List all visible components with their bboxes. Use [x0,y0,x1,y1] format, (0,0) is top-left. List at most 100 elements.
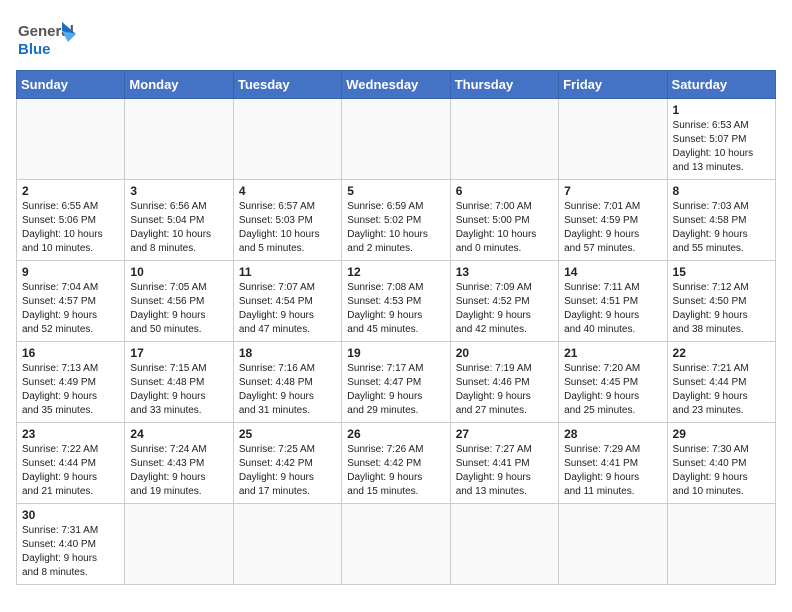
day-cell [559,504,667,585]
day-info: Sunrise: 7:31 AM Sunset: 4:40 PM Dayligh… [22,524,119,580]
day-cell [125,99,233,180]
day-cell: 24 Sunrise: 7:24 AM Sunset: 4:43 PM Dayli… [125,423,233,504]
day-info: Sunrise: 7:16 AM Sunset: 4:48 PM Dayligh… [239,362,336,418]
day-cell: 6Sunrise: 7:00 AM Sunset: 5:00 PM Daylig… [450,180,558,261]
day-info: Sunrise: 7:09 AM Sunset: 4:52 PM Dayligh… [456,281,553,337]
col-header-saturday: Saturday [667,71,775,99]
day-info: Sunrise: 7:29 AM Sunset: 4:41 PM Dayligh… [564,443,661,499]
day-number: 9 [22,265,119,279]
day-cell: 19 Sunrise: 7:17 AM Sunset: 4:47 PM Dayli… [342,342,450,423]
day-cell [450,504,558,585]
svg-text:Blue: Blue [18,41,51,58]
day-cell: 18 Sunrise: 7:16 AM Sunset: 4:48 PM Dayli… [233,342,341,423]
day-info: Sunrise: 7:21 AM Sunset: 4:44 PM Dayligh… [673,362,770,418]
day-cell: 21 Sunrise: 7:20 AM Sunset: 4:45 PM Dayli… [559,342,667,423]
day-info: Sunrise: 6:55 AM Sunset: 5:06 PM Dayligh… [22,200,119,256]
day-number: 22 [673,346,770,360]
day-number: 21 [564,346,661,360]
day-info: Sunrise: 7:24 AM Sunset: 4:43 PM Dayligh… [130,443,227,499]
day-number: 27 [456,427,553,441]
day-cell: 5 Sunrise: 6:59 AM Sunset: 5:02 PM Daylig… [342,180,450,261]
day-info: Sunrise: 7:04 AM Sunset: 4:57 PM Dayligh… [22,281,119,337]
day-number: 3 [130,184,227,198]
day-cell: 13 Sunrise: 7:09 AM Sunset: 4:52 PM Dayli… [450,261,558,342]
day-cell [125,504,233,585]
day-cell [233,99,341,180]
day-cell: 26 Sunrise: 7:26 AM Sunset: 4:42 PM Dayli… [342,423,450,504]
day-cell: 14Sunrise: 7:11 AM Sunset: 4:51 PM Dayli… [559,261,667,342]
day-number: 17 [130,346,227,360]
day-cell: 23 Sunrise: 7:22 AM Sunset: 4:44 PM Dayli… [17,423,125,504]
day-number: 16 [22,346,119,360]
day-cell: 27 Sunrise: 7:27 AM Sunset: 4:41 PM Dayli… [450,423,558,504]
logo-icon: GeneralBlue [16,16,76,60]
day-number: 6 [456,184,553,198]
col-header-friday: Friday [559,71,667,99]
day-cell: 29Sunrise: 7:30 AM Sunset: 4:40 PM Dayli… [667,423,775,504]
day-info: Sunrise: 7:13 AM Sunset: 4:49 PM Dayligh… [22,362,119,418]
day-info: Sunrise: 7:20 AM Sunset: 4:45 PM Dayligh… [564,362,661,418]
day-info: Sunrise: 7:08 AM Sunset: 4:53 PM Dayligh… [347,281,444,337]
day-number: 13 [456,265,553,279]
day-info: Sunrise: 7:27 AM Sunset: 4:41 PM Dayligh… [456,443,553,499]
calendar-table: SundayMondayTuesdayWednesdayThursdayFrid… [16,70,776,585]
header-row: SundayMondayTuesdayWednesdayThursdayFrid… [17,71,776,99]
day-cell [450,99,558,180]
day-cell: 15Sunrise: 7:12 AM Sunset: 4:50 PM Dayli… [667,261,775,342]
col-header-tuesday: Tuesday [233,71,341,99]
day-info: Sunrise: 7:17 AM Sunset: 4:47 PM Dayligh… [347,362,444,418]
day-info: Sunrise: 7:19 AM Sunset: 4:46 PM Dayligh… [456,362,553,418]
day-cell: 7Sunrise: 7:01 AM Sunset: 4:59 PM Daylig… [559,180,667,261]
day-info: Sunrise: 7:01 AM Sunset: 4:59 PM Dayligh… [564,200,661,256]
day-number: 12 [347,265,444,279]
day-number: 8 [673,184,770,198]
day-number: 29 [673,427,770,441]
day-info: Sunrise: 7:26 AM Sunset: 4:42 PM Dayligh… [347,443,444,499]
day-cell [342,99,450,180]
day-info: Sunrise: 7:05 AM Sunset: 4:56 PM Dayligh… [130,281,227,337]
day-cell [17,99,125,180]
day-cell: 2 Sunrise: 6:55 AM Sunset: 5:06 PM Daylig… [17,180,125,261]
day-number: 20 [456,346,553,360]
day-cell: 3Sunrise: 6:56 AM Sunset: 5:04 PM Daylig… [125,180,233,261]
week-row-3: 9 Sunrise: 7:04 AM Sunset: 4:57 PM Daylig… [17,261,776,342]
logo: GeneralBlue [16,16,76,60]
day-number: 24 [130,427,227,441]
week-row-5: 23 Sunrise: 7:22 AM Sunset: 4:44 PM Dayli… [17,423,776,504]
day-number: 19 [347,346,444,360]
day-cell: 1Sunrise: 6:53 AM Sunset: 5:07 PM Daylig… [667,99,775,180]
col-header-wednesday: Wednesday [342,71,450,99]
day-cell: 17 Sunrise: 7:15 AM Sunset: 4:48 PM Dayli… [125,342,233,423]
day-cell: 28 Sunrise: 7:29 AM Sunset: 4:41 PM Dayli… [559,423,667,504]
day-cell [667,504,775,585]
day-info: Sunrise: 6:59 AM Sunset: 5:02 PM Dayligh… [347,200,444,256]
week-row-2: 2 Sunrise: 6:55 AM Sunset: 5:06 PM Daylig… [17,180,776,261]
day-cell: 11Sunrise: 7:07 AM Sunset: 4:54 PM Dayli… [233,261,341,342]
day-cell [233,504,341,585]
day-number: 23 [22,427,119,441]
day-number: 15 [673,265,770,279]
day-cell: 4 Sunrise: 6:57 AM Sunset: 5:03 PM Daylig… [233,180,341,261]
day-cell: 10 Sunrise: 7:05 AM Sunset: 4:56 PM Dayli… [125,261,233,342]
day-number: 10 [130,265,227,279]
day-number: 18 [239,346,336,360]
day-number: 4 [239,184,336,198]
day-info: Sunrise: 6:57 AM Sunset: 5:03 PM Dayligh… [239,200,336,256]
day-number: 26 [347,427,444,441]
day-number: 28 [564,427,661,441]
day-cell: 25 Sunrise: 7:25 AM Sunset: 4:42 PM Dayli… [233,423,341,504]
col-header-sunday: Sunday [17,71,125,99]
day-number: 25 [239,427,336,441]
day-number: 1 [673,103,770,117]
col-header-monday: Monday [125,71,233,99]
day-cell: 30Sunrise: 7:31 AM Sunset: 4:40 PM Dayli… [17,504,125,585]
day-info: Sunrise: 7:22 AM Sunset: 4:44 PM Dayligh… [22,443,119,499]
col-header-thursday: Thursday [450,71,558,99]
day-info: Sunrise: 7:25 AM Sunset: 4:42 PM Dayligh… [239,443,336,499]
day-number: 5 [347,184,444,198]
day-info: Sunrise: 7:07 AM Sunset: 4:54 PM Dayligh… [239,281,336,337]
day-number: 2 [22,184,119,198]
day-number: 14 [564,265,661,279]
day-info: Sunrise: 7:15 AM Sunset: 4:48 PM Dayligh… [130,362,227,418]
day-cell: 22 Sunrise: 7:21 AM Sunset: 4:44 PM Dayli… [667,342,775,423]
